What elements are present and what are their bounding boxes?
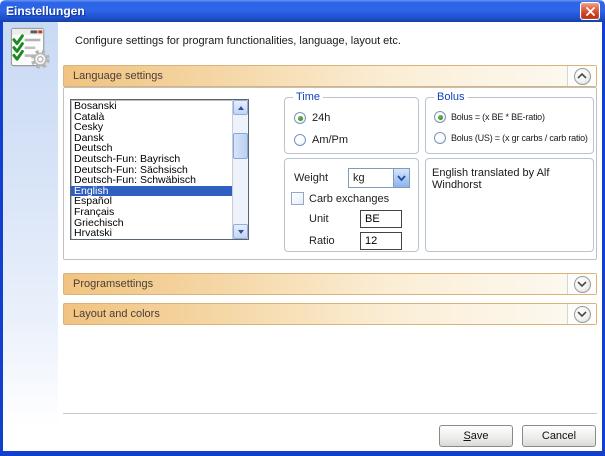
radio-row-24h[interactable]: 24h — [294, 112, 418, 124]
translation-credit-box: English translated by Alf Windhorst — [425, 158, 594, 252]
window-title: Einstellungen — [6, 4, 85, 18]
save-button-label: Save — [463, 430, 488, 442]
expand-panel-button[interactable] — [574, 276, 591, 293]
close-button[interactable] — [580, 2, 600, 20]
list-item[interactable]: Français — [71, 207, 232, 218]
panel-title: Language settings — [64, 70, 163, 82]
chevron-up-icon — [577, 73, 587, 79]
dialog-description: Configure settings for program functiona… — [75, 35, 545, 47]
scrollbar-thumb[interactable] — [233, 133, 248, 159]
bolus-groupbox: Bolus Bolus = (x BE * BE-ratio) Bolus (U… — [425, 97, 594, 154]
weight-unit-combobox[interactable]: kg — [348, 168, 410, 188]
carb-exchanges-checkbox[interactable] — [291, 192, 304, 205]
footer-separator — [63, 413, 597, 414]
close-icon — [586, 7, 595, 16]
radio-label: Bolus = (x BE * BE-ratio) — [451, 112, 545, 122]
cancel-button-label: Cancel — [542, 430, 576, 442]
list-item[interactable]: Bosanski — [71, 101, 232, 112]
radio-label: 24h — [312, 112, 330, 124]
unit-label: Unit — [309, 213, 329, 225]
language-settings-panel: BosanskiCatalàCeskyDanskDeutschDeutsch-F… — [63, 87, 597, 260]
weight-label: Weight — [294, 172, 328, 184]
chevron-down-icon — [577, 281, 587, 287]
bolus-legend: Bolus — [434, 91, 468, 103]
dialog-content: Configure settings for program functiona… — [3, 22, 602, 451]
scroll-down-icon — [238, 230, 244, 234]
list-item[interactable]: Deutsch-Fun: Bayrisch — [71, 154, 232, 165]
ratio-field[interactable] — [360, 232, 402, 250]
radio-bolus-us[interactable] — [434, 132, 446, 144]
radio-ampm[interactable] — [294, 134, 306, 146]
language-list-items: BosanskiCatalàCeskyDanskDeutschDeutsch-F… — [71, 100, 232, 239]
time-groupbox: Time 24h Am/Pm — [284, 97, 419, 154]
listbox-scrollbar[interactable] — [232, 100, 248, 239]
chevron-down-icon — [397, 175, 406, 181]
language-listbox[interactable]: BosanskiCatalàCeskyDanskDeutschDeutsch-F… — [70, 99, 249, 240]
weight-groupbox: Weight kg Carb exchanges — [284, 158, 419, 252]
list-item[interactable]: Hrvatski — [71, 228, 232, 239]
panel-button-area — [567, 66, 596, 86]
save-button[interactable]: Save — [439, 425, 513, 447]
scroll-up-icon — [238, 106, 244, 110]
carb-exchanges-row[interactable]: Carb exchanges — [291, 192, 389, 205]
panel-header-layout-and-colors[interactable]: Layout and colors — [63, 303, 597, 325]
panel-title: Layout and colors — [64, 308, 160, 320]
combobox-value[interactable]: kg — [348, 168, 393, 188]
panel-button-area — [567, 274, 596, 294]
radio-row-bolus-us[interactable]: Bolus (US) = (x gr carbs / carb ratio) — [434, 132, 593, 144]
settings-dialog: Einstellungen — [0, 0, 605, 456]
panel-title: Programsettings — [64, 278, 153, 290]
carb-exchanges-label: Carb exchanges — [309, 193, 389, 205]
scroll-down-button[interactable] — [233, 224, 248, 239]
radio-24h[interactable] — [294, 112, 306, 124]
scroll-up-button[interactable] — [233, 100, 248, 115]
panel-header-language-settings[interactable]: Language settings — [63, 65, 597, 87]
left-gradient-strip — [3, 22, 58, 451]
chevron-down-icon — [577, 311, 587, 317]
radio-bolus-be[interactable] — [434, 111, 446, 123]
radio-row-bolus-be[interactable]: Bolus = (x BE * BE-ratio) — [434, 111, 593, 123]
ratio-label: Ratio — [309, 235, 335, 247]
collapse-panel-button[interactable] — [574, 68, 591, 85]
time-legend: Time — [293, 91, 323, 103]
cancel-button[interactable]: Cancel — [522, 425, 596, 447]
unit-field[interactable] — [360, 210, 402, 228]
radio-label: Bolus (US) = (x gr carbs / carb ratio) — [451, 133, 588, 143]
radio-label: Am/Pm — [312, 134, 348, 146]
title-bar[interactable]: Einstellungen — [0, 0, 605, 22]
combobox-dropdown-button[interactable] — [393, 168, 410, 188]
panel-header-programsettings[interactable]: Programsettings — [63, 273, 597, 295]
settings-checklist-icon — [10, 27, 53, 70]
expand-panel-button[interactable] — [574, 306, 591, 323]
radio-row-ampm[interactable]: Am/Pm — [294, 134, 418, 146]
panel-button-area — [567, 304, 596, 324]
translation-credit-text: English translated by Alf Windhorst — [432, 167, 549, 191]
dialog-frame: Configure settings for program functiona… — [0, 22, 605, 456]
